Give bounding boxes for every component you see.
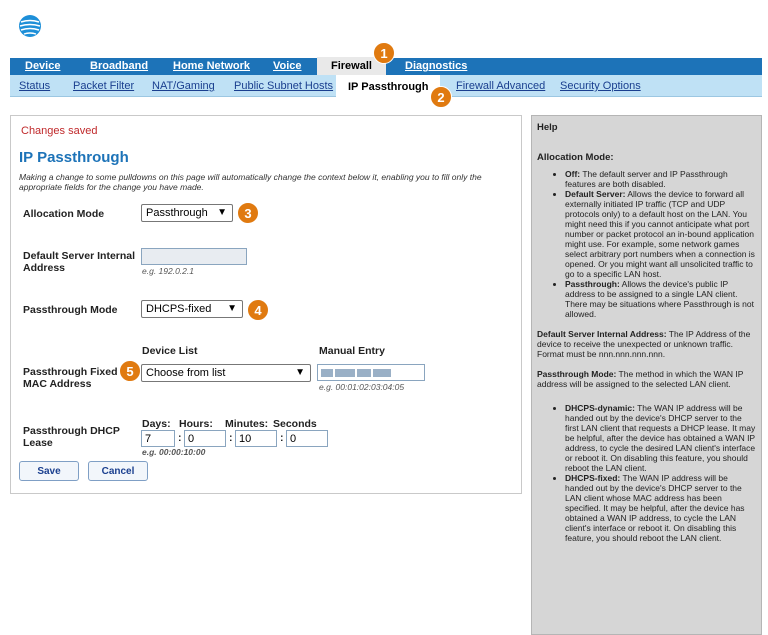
list-item: Passthrough: Allows the device's public … (565, 279, 757, 319)
list-item: Default Server: Allows the device to for… (565, 189, 757, 279)
help-allocation-list: Off: The default server and IP Passthrou… (537, 169, 757, 319)
status-message: Changes saved (21, 125, 98, 137)
allocation-mode-select[interactable]: Passthrough ▼ (141, 204, 233, 222)
nav-voice[interactable]: Voice (273, 60, 302, 72)
lease-seconds-input[interactable]: 0 (286, 430, 328, 447)
main-panel: Changes saved IP Passthrough Making a ch… (10, 115, 522, 494)
default-server-input[interactable] (141, 248, 247, 265)
list-item: DHCPS-dynamic: The WAN IP address will b… (565, 403, 757, 473)
subnav-security-options[interactable]: Security Options (560, 80, 641, 92)
subnav-packet-filter[interactable]: Packet Filter (73, 80, 134, 92)
subnav-status[interactable]: Status (19, 80, 50, 92)
time-separator: : (280, 432, 284, 444)
page-title: IP Passthrough (19, 149, 129, 166)
passthrough-mode-value: DHCPS-fixed (146, 303, 212, 315)
passthrough-mode-select[interactable]: DHCPS-fixed ▼ (141, 300, 243, 318)
default-server-label: Default Server Internal Address (23, 250, 136, 274)
manual-mac-input[interactable] (317, 364, 425, 381)
save-button[interactable]: Save (19, 461, 79, 481)
time-separator: : (229, 432, 233, 444)
step-badge-3: 3 (237, 202, 259, 224)
device-list-header: Device List (142, 345, 198, 357)
manual-entry-header: Manual Entry (319, 345, 385, 357)
redacted-block (373, 369, 391, 378)
att-globe-icon (19, 15, 41, 37)
lease-minutes-input[interactable]: 10 (235, 430, 277, 447)
chevron-down-icon: ▼ (227, 303, 237, 314)
help-default-server: Default Server Internal Address: The IP … (537, 329, 751, 359)
context-note: Making a change to some pulldowns on thi… (19, 172, 482, 192)
redacted-block (321, 369, 333, 378)
help-mode-list: DHCPS-dynamic: The WAN IP address will b… (537, 403, 757, 543)
nav-broadband[interactable]: Broadband (90, 60, 148, 72)
step-badge-4: 4 (247, 299, 269, 321)
step-badge-2: 2 (430, 86, 452, 108)
list-item: DHCPS-fixed: The WAN IP address will be … (565, 473, 757, 543)
time-separator: : (178, 432, 182, 444)
device-list-select[interactable]: Choose from list ▼ (141, 364, 311, 382)
help-allocation-heading: Allocation Mode: (537, 152, 614, 163)
dhcp-lease-label: Passthrough DHCP Lease (23, 425, 120, 449)
subnav-ip-passthrough[interactable]: IP Passthrough (336, 75, 441, 99)
lease-hours-input[interactable]: 0 (184, 430, 226, 447)
cancel-button[interactable]: Cancel (88, 461, 148, 481)
passthrough-mac-label: Passthrough Fixed MAC Address (23, 366, 118, 390)
sub-nav: Status Packet Filter NAT/Gaming Public S… (10, 75, 762, 99)
subnav-nat-gaming[interactable]: NAT/Gaming (152, 80, 215, 92)
manual-mac-example: e.g. 00:01:02:03:04:05 (319, 382, 405, 392)
help-title: Help (537, 122, 558, 133)
default-server-example: e.g. 192.0.2.1 (142, 266, 194, 276)
seconds-label: Seconds (273, 418, 317, 430)
step-badge-1: 1 (373, 42, 395, 64)
minutes-label: Minutes: (225, 418, 269, 430)
subnav-firewall-advanced[interactable]: Firewall Advanced (456, 80, 545, 92)
list-item: Off: The default server and IP Passthrou… (565, 169, 757, 189)
allocation-mode-label: Allocation Mode (23, 208, 105, 220)
help-passthrough-mode: Passthrough Mode: The method in which th… (537, 369, 744, 389)
device-list-value: Choose from list (146, 367, 226, 379)
nav-home-network[interactable]: Home Network (173, 60, 250, 72)
chevron-down-icon: ▼ (217, 207, 227, 218)
nav-diagnostics[interactable]: Diagnostics (405, 60, 467, 72)
allocation-mode-value: Passthrough (146, 207, 208, 219)
help-panel: Help Allocation Mode: Off: The default s… (531, 115, 762, 635)
step-badge-5: 5 (119, 360, 141, 382)
nav-device[interactable]: Device (25, 60, 60, 72)
passthrough-mode-label: Passthrough Mode (23, 304, 118, 316)
hours-label: Hours: (179, 418, 213, 430)
lease-days-input[interactable]: 7 (141, 430, 175, 447)
redacted-block (357, 369, 371, 378)
redacted-block (335, 369, 355, 378)
lease-example: e.g. 00:00:10:00 (142, 447, 206, 457)
days-label: Days: (142, 418, 171, 430)
subnav-public-subnet-hosts[interactable]: Public Subnet Hosts (234, 80, 333, 92)
chevron-down-icon: ▼ (295, 367, 305, 378)
